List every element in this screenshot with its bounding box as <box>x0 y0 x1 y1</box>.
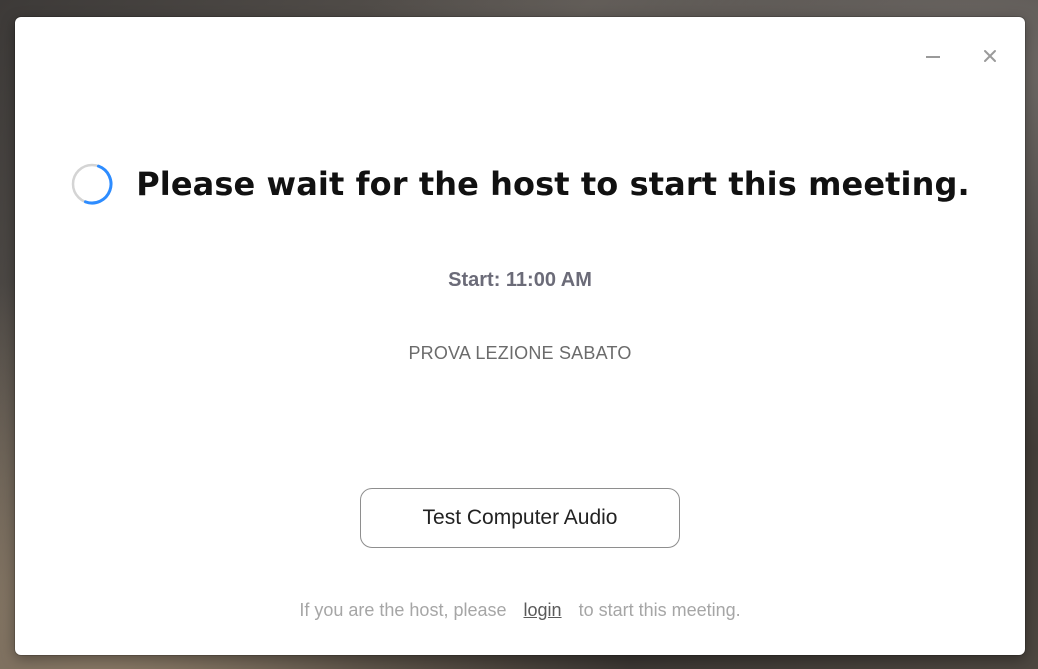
waiting-room-dialog: Please wait for the host to start this m… <box>15 17 1025 655</box>
page-title: Please wait for the host to start this m… <box>136 165 970 203</box>
meeting-topic: PROVA LEZIONE SABATO <box>408 343 632 363</box>
close-button[interactable] <box>975 41 1005 71</box>
minimize-icon <box>926 56 940 58</box>
footer-prefix: If you are the host, please <box>299 600 507 620</box>
footer-suffix: to start this meeting. <box>578 600 741 620</box>
start-time-label: Start: 11:00 AM <box>448 269 592 291</box>
minimize-button[interactable] <box>918 41 948 71</box>
loading-spinner-icon <box>71 163 113 205</box>
close-icon <box>984 50 996 62</box>
host-login-hint: If you are the host, please login to sta… <box>15 600 1025 621</box>
headline: Please wait for the host to start this m… <box>15 162 1025 206</box>
test-computer-audio-button[interactable]: Test Computer Audio <box>360 488 680 548</box>
login-link[interactable]: login <box>524 600 562 620</box>
